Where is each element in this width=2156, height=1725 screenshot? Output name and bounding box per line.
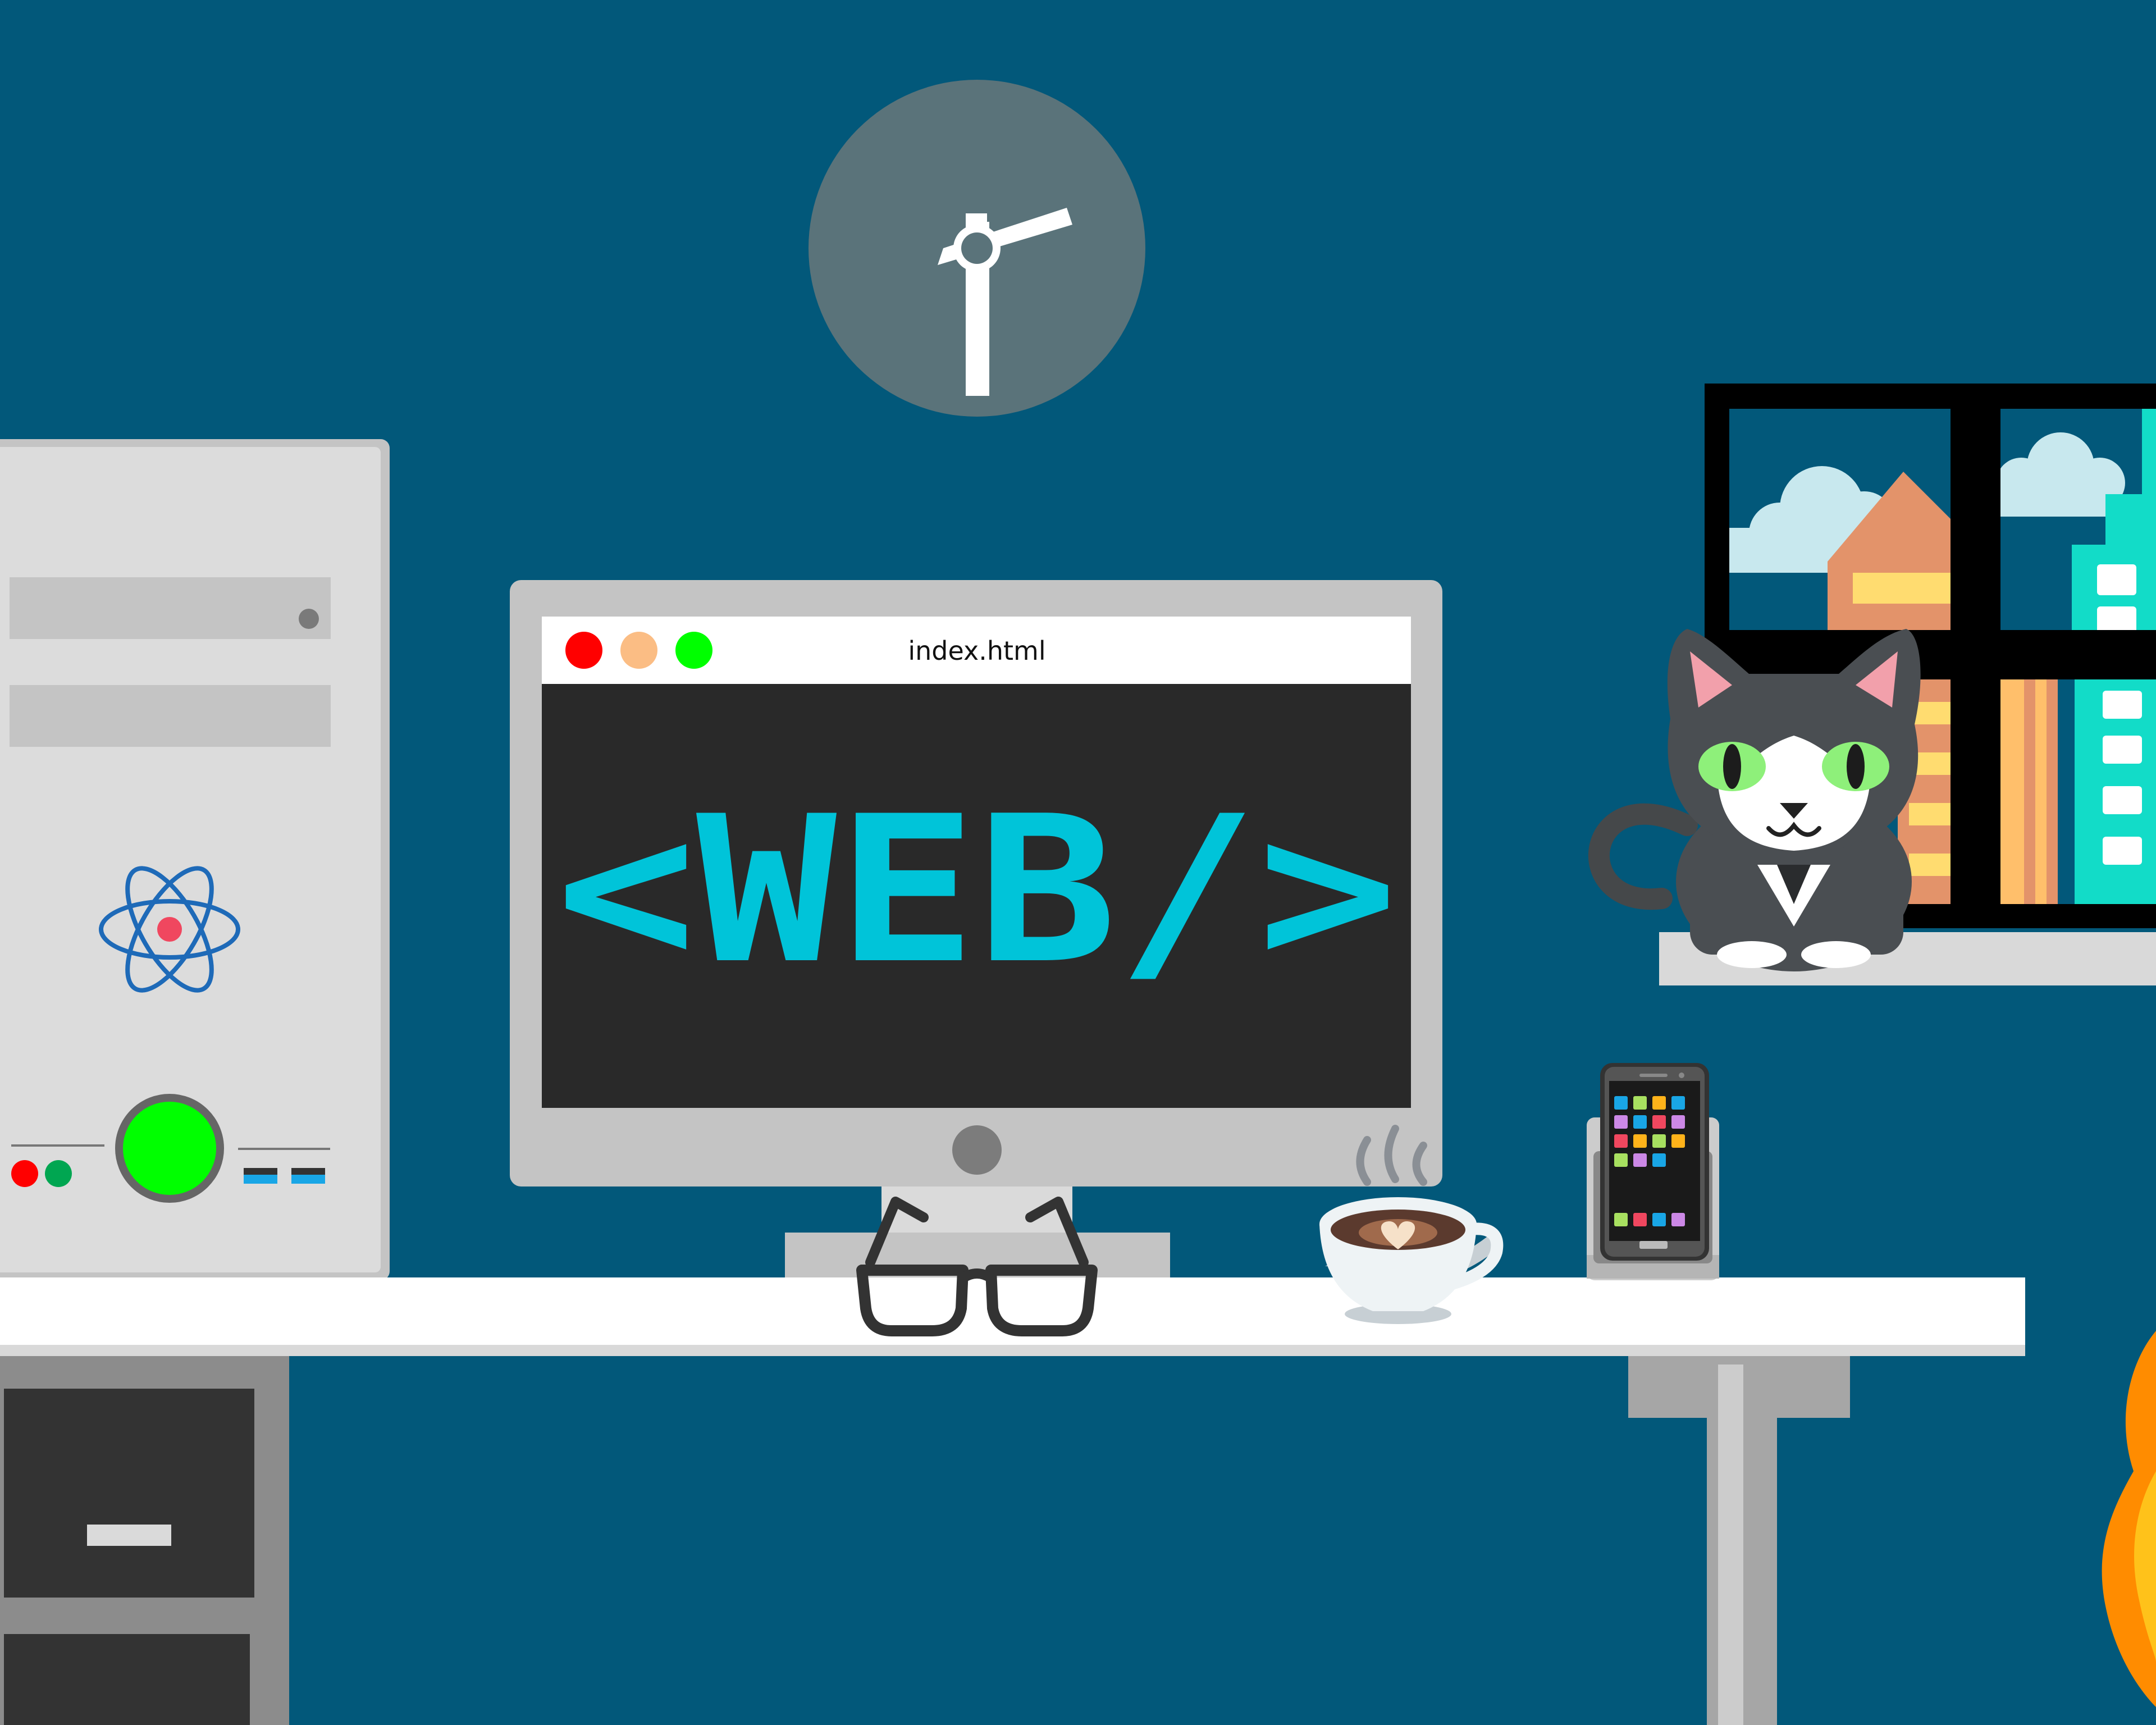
phone-icon	[1587, 1063, 1719, 1280]
browser-window: index.html <WEB/>	[542, 617, 1411, 1108]
close-button[interactable]	[565, 632, 602, 669]
computer-tower	[0, 439, 390, 1280]
screen-code-text: <WEB/>	[556, 773, 1398, 1008]
drawer-1[interactable]	[4, 1389, 254, 1598]
drive-bay-2	[10, 685, 331, 747]
maximize-button[interactable]	[675, 632, 712, 669]
usb-port-2	[291, 1168, 325, 1184]
clock-icon	[808, 80, 1145, 417]
desk-top	[0, 1277, 2025, 1356]
drawer-cabinet	[0, 1356, 289, 1725]
monitor-button[interactable]	[952, 1125, 1002, 1175]
monitor: index.html <WEB/>	[510, 580, 1442, 1283]
power-led-red	[11, 1160, 38, 1187]
drive-bay-1	[10, 577, 331, 639]
power-button[interactable]	[115, 1094, 224, 1203]
minimize-button[interactable]	[620, 632, 657, 669]
drawer-handle[interactable]	[87, 1525, 171, 1546]
window-title: index.html	[908, 636, 1045, 666]
workspace-illustration: index.html <WEB/>	[0, 0, 2156, 1725]
usb-port-1	[244, 1168, 277, 1184]
drawer-2[interactable]	[4, 1634, 250, 1725]
power-led-green	[45, 1160, 72, 1187]
